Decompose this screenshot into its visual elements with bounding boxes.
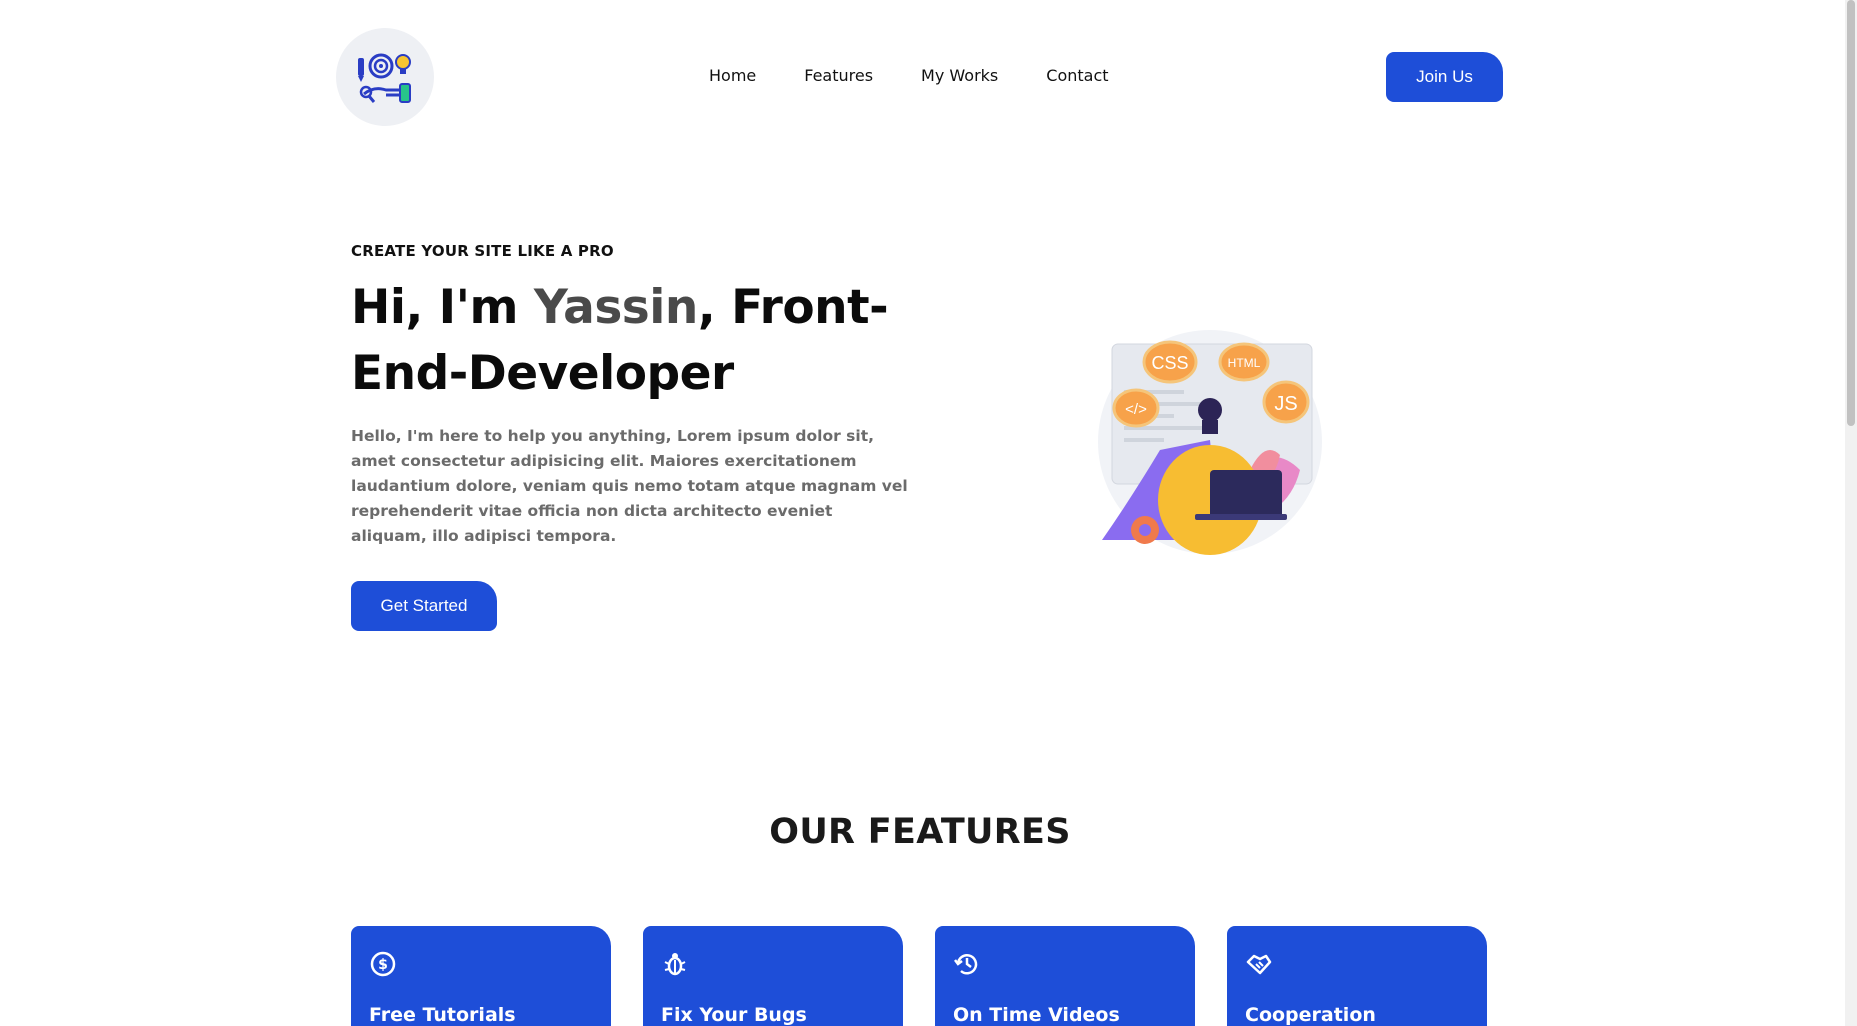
main-nav: Home Features My Works Contact (709, 66, 1109, 85)
code-bubble: </> (1112, 388, 1160, 428)
page-scrollbar[interactable] (1845, 0, 1857, 1026)
feature-card-on-time-videos[interactable]: On Time Videos (935, 926, 1195, 1026)
logo-icon (358, 53, 411, 103)
get-started-button[interactable]: Get Started (351, 581, 497, 631)
nav-my-works-link[interactable]: My Works (921, 66, 998, 85)
hero-description: Hello, I'm here to help you anything, Lo… (351, 427, 908, 545)
feature-card-title: Free Tutorials (369, 1004, 516, 1026)
scrollbar-thumb[interactable] (1847, 0, 1855, 426)
developer-illustration: CSS HTML JS </> (1098, 330, 1322, 555)
dollar-coin-icon: $ (370, 951, 396, 977)
feature-card-title: Fix Your Bugs (661, 1004, 807, 1026)
feature-card-cooperation[interactable]: Cooperation (1227, 926, 1487, 1026)
js-tag: JS (1274, 393, 1297, 415)
handshake-icon (1246, 954, 1272, 975)
svg-text:$: $ (378, 957, 388, 973)
feature-card-title: On Time Videos (953, 1004, 1120, 1026)
code-tag: </> (1125, 401, 1147, 418)
feature-card-title: Cooperation (1245, 1004, 1376, 1026)
bug-icon (664, 953, 686, 976)
hero-title-name: Yassin (533, 280, 698, 335)
history-clock-icon (954, 954, 978, 975)
hero-eyebrow: CREATE YOUR SITE LIKE A PRO (351, 242, 614, 260)
features-title: OUR FEATURES (769, 812, 1071, 852)
css-bubble: CSS (1142, 340, 1198, 384)
html-bubble: HTML (1218, 342, 1270, 382)
join-us-button[interactable]: Join Us (1386, 52, 1503, 102)
nav-home-link[interactable]: Home (709, 66, 756, 85)
css-tag: CSS (1151, 353, 1188, 373)
html-tag: HTML (1228, 356, 1261, 370)
nav-features-link[interactable]: Features (804, 66, 873, 85)
js-bubble: JS (1262, 380, 1310, 424)
hero-title: Hi, I'm Yassin, Front-End-Developer (351, 275, 911, 407)
site-logo[interactable] (336, 28, 434, 126)
feature-card-fix-bugs[interactable]: Fix Your Bugs (643, 926, 903, 1026)
hero-title-prefix: Hi, I'm (351, 280, 534, 335)
nav-contact-link[interactable]: Contact (1046, 66, 1108, 85)
feature-card-free-tutorials[interactable]: $ Free Tutorials (351, 926, 611, 1026)
